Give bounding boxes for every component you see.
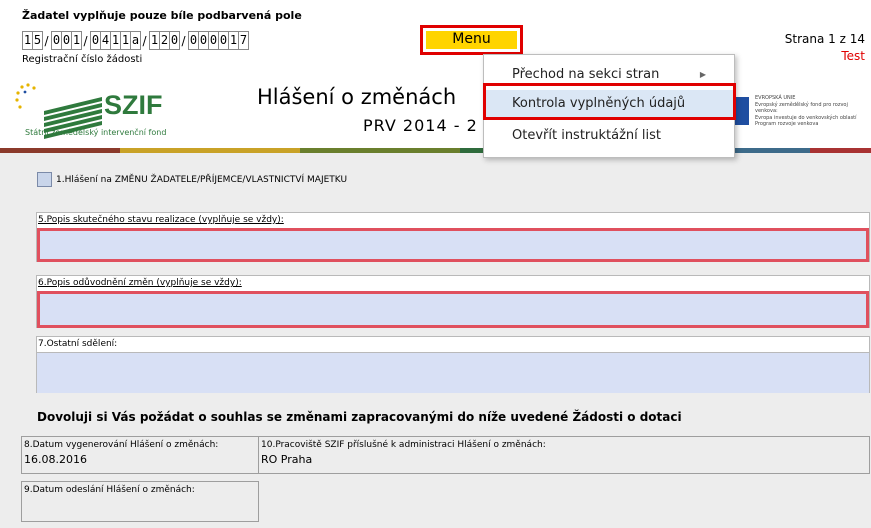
field-7-input[interactable] bbox=[37, 352, 869, 393]
reg-separator: / bbox=[181, 33, 186, 48]
instruction-text: Žadatel vyplňuje pouze bíle podbarvená p… bbox=[22, 9, 302, 22]
logo-subtitle: Státní zemědělský intervenční fond bbox=[25, 128, 167, 137]
menu-button-label[interactable]: Menu bbox=[426, 31, 517, 49]
menu-item-open-instructions[interactable]: Otevřít instruktážní list bbox=[484, 122, 734, 152]
eu-text: EVROPSKÁ UNIE Evropský zemědělský fond p… bbox=[755, 95, 871, 128]
mode-label: Test bbox=[841, 49, 865, 63]
reg-number-label: Registrační číslo žádosti bbox=[22, 54, 143, 65]
eu-text-line: Evropský zemědělský fond pro rozvoj venk… bbox=[755, 101, 848, 115]
field-6: 6.Popis odůvodnění změn (vyplňuje se vžd… bbox=[36, 275, 870, 328]
field-8-label: 8.Datum vygenerování Hlášení o změnách: bbox=[24, 440, 219, 450]
checkbox-label: 1.Hlášení na ZMĚNU ŽADATELE/PŘÍJEMCE/VLA… bbox=[56, 174, 348, 185]
menu-item-label: Otevřít instruktážní list bbox=[512, 128, 662, 143]
change-applicant-checkbox[interactable] bbox=[37, 172, 52, 187]
reg-number-boxes: 1 5/0 0 1/0 4 1 1 a/1 2 0/0 0 0 0 1 7 bbox=[22, 31, 249, 50]
reg-separator: / bbox=[83, 33, 88, 48]
field-10-value: RO Praha bbox=[261, 453, 313, 466]
field-8-value: 16.08.2016 bbox=[24, 453, 87, 466]
checkbox-row[interactable]: 1.Hlášení na ZMĚNU ŽADATELE/PŘÍJEMCE/VLA… bbox=[37, 172, 347, 187]
highlight-box bbox=[483, 83, 736, 120]
field-5-input[interactable] bbox=[37, 228, 869, 262]
field-7: 7.Ostatní sdělení: bbox=[36, 336, 870, 393]
field-10: 10.Pracoviště SZIF příslušné k administr… bbox=[258, 436, 870, 474]
field-5: 5.Popis skutečného stavu realizace (vypl… bbox=[36, 212, 870, 262]
menu-button[interactable]: Menu bbox=[420, 25, 523, 55]
field-8: 8.Datum vygenerování Hlášení o změnách: … bbox=[21, 436, 259, 474]
eu-text-line: Program rozvoje venkova bbox=[755, 121, 819, 127]
reg-digit-cell: 7 bbox=[238, 31, 249, 50]
field-6-label: 6.Popis odůvodnění změn (vyplňuje se vžd… bbox=[38, 278, 242, 288]
reg-separator: / bbox=[44, 33, 49, 48]
field-6-input[interactable] bbox=[37, 291, 869, 328]
menu-item-label: Přechod na sekci stran bbox=[512, 67, 660, 82]
field-10-label: 10.Pracoviště SZIF příslušné k administr… bbox=[261, 440, 546, 450]
page-info: Strana 1 z 14 bbox=[784, 32, 865, 46]
field-9: 9.Datum odeslání Hlášení o změnách: bbox=[21, 481, 259, 522]
page-title: Hlášení o změnách bbox=[257, 85, 457, 109]
reg-separator: / bbox=[142, 33, 147, 48]
logo-name: SZIF bbox=[104, 90, 163, 120]
consent-heading: Dovoluji si Vás požádat o souhlas se změ… bbox=[37, 410, 682, 424]
field-7-label: 7.Ostatní sdělení: bbox=[38, 339, 118, 349]
field-9-label: 9.Datum odeslání Hlášení o změnách: bbox=[24, 485, 195, 495]
page-subtitle: PRV 2014 - 2 bbox=[363, 116, 478, 135]
field-5-label: 5.Popis skutečného stavu realizace (vypl… bbox=[38, 215, 284, 225]
